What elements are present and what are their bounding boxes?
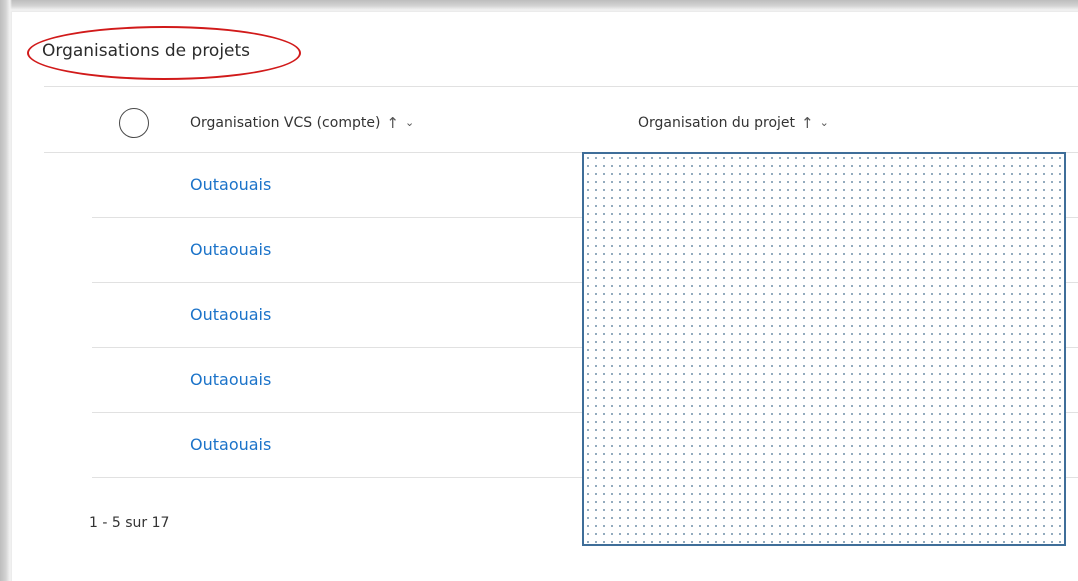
column-header-vcs-org[interactable]: Organisation VCS (compte) ↑ ⌄	[190, 112, 414, 134]
select-all-checkbox[interactable]	[119, 108, 149, 138]
sort-ascending-icon[interactable]: ↑	[801, 114, 814, 132]
column-header-label: Organisation du projet	[638, 115, 796, 131]
table-row-vcs-org-link[interactable]: Outaouais	[190, 240, 271, 259]
chevron-down-icon[interactable]: ⌄	[405, 116, 414, 129]
chevron-down-icon[interactable]: ⌄	[820, 116, 829, 129]
pagination-status: 1 - 5 sur 17	[89, 515, 170, 531]
redaction-box	[582, 152, 1066, 546]
table-row-vcs-org-link[interactable]: Outaouais	[190, 305, 271, 324]
header-divider	[44, 86, 1078, 87]
table-row-vcs-org-link[interactable]: Outaouais	[190, 435, 271, 454]
sort-ascending-icon[interactable]: ↑	[386, 114, 399, 132]
column-header-project-org[interactable]: Organisation du projet ↑ ⌄	[638, 112, 829, 134]
column-header-label: Organisation VCS (compte)	[190, 115, 381, 131]
table-row-vcs-org-link[interactable]: Outaouais	[190, 370, 271, 389]
table-row-vcs-org-link[interactable]: Outaouais	[190, 175, 271, 194]
annotation-ellipse	[27, 26, 301, 80]
